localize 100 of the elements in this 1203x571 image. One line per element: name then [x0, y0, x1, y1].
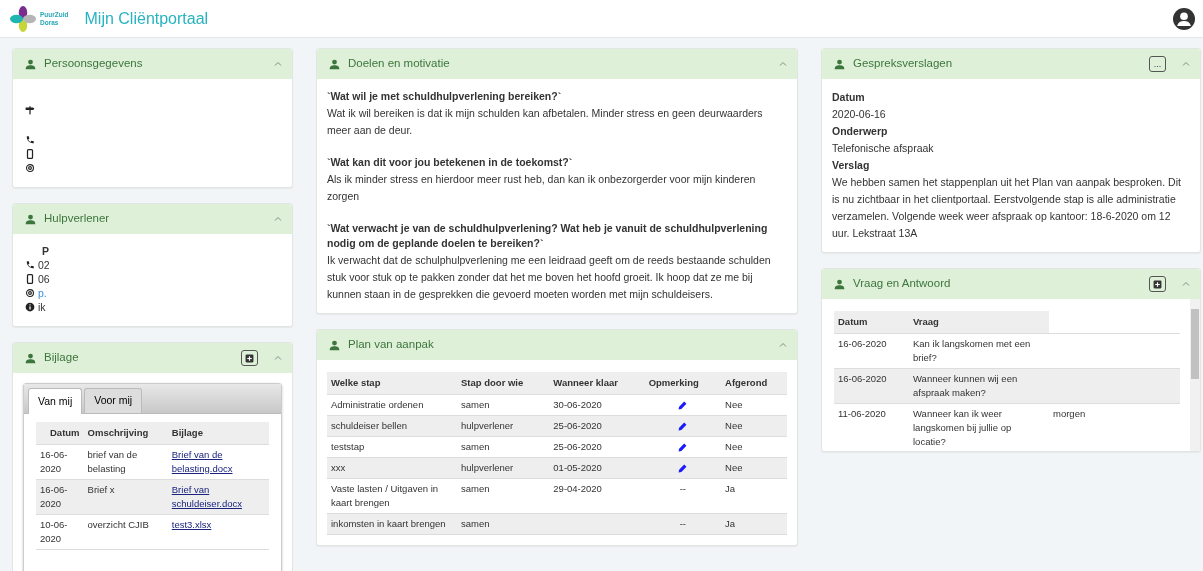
field-value: 2020-06-16: [832, 107, 887, 122]
table-cell: hulpverlener: [461, 420, 514, 431]
file-link[interactable]: Brief van de belasting.docx: [171, 447, 265, 476]
table-cell: Ja: [725, 518, 736, 529]
table-cell: overzicht CJIB: [87, 518, 149, 530]
logo-icon: [10, 5, 36, 32]
panel-title: Bijlage: [44, 350, 80, 366]
table-cell: samen: [461, 483, 490, 494]
phone-icon: [25, 260, 35, 270]
field-label: Onderwerp: [832, 124, 889, 139]
more-button[interactable]: ...: [1149, 56, 1166, 72]
collapse-icon[interactable]: [274, 60, 282, 68]
pencil-icon[interactable]: [678, 401, 688, 410]
table-cell: Brief x: [87, 483, 115, 495]
column-header: Vraag: [909, 311, 1049, 334]
table-cell: Nee: [725, 441, 743, 452]
column-header: Afgerond: [721, 372, 787, 395]
contact-text: P: [42, 244, 49, 258]
field-label: Datum: [832, 90, 866, 105]
table-cell: 25-06-2020: [553, 420, 602, 431]
file-link[interactable]: test3.xlsx: [171, 517, 265, 532]
tab[interactable]: Van mij: [28, 388, 83, 414]
at-sign-icon: [25, 163, 35, 173]
table-cell: samen: [461, 441, 490, 452]
column-header: Omschrijving: [83, 421, 168, 445]
field-label: Verslag: [832, 158, 871, 173]
table-cell: 16-06-2020: [838, 338, 887, 349]
column-header: Datum: [36, 421, 84, 445]
table-cell: Wanneer kan ik weer langskomen bij jullie op locatie?: [913, 408, 1012, 447]
table-cell: Nee: [725, 420, 743, 431]
contact-text: 06: [38, 272, 50, 286]
scrollbar[interactable]: [1190, 299, 1200, 451]
person-icon: [25, 58, 36, 70]
panel-title: Vraag en Antwoord: [853, 276, 952, 292]
collapse-icon[interactable]: [274, 354, 282, 362]
table-cell: Vaste lasten / Uitgaven in kaart brengen: [331, 483, 439, 508]
collapse-icon[interactable]: [1182, 280, 1190, 288]
table-cell: morgen: [1053, 408, 1086, 419]
app-title: Mijn Cliëntportaal: [84, 8, 209, 29]
avatar-icon[interactable]: [1173, 7, 1195, 30]
column-header: Wanneer klaar: [549, 372, 645, 395]
add-button[interactable]: [241, 350, 258, 366]
person-icon: [25, 352, 36, 364]
person-icon: [329, 339, 340, 351]
table-cell: 29-04-2020: [553, 483, 602, 494]
collapse-icon[interactable]: [274, 215, 282, 223]
answer-text: Wat ik wil bereiken is dat ik mijn schulden kan afbetalen. Minder stress en geen deurwaarders meer aan de deur.: [327, 105, 764, 138]
table-cell: teststap: [331, 441, 365, 452]
email-link[interactable]: p.: [38, 286, 47, 300]
table-cell: --: [679, 518, 686, 529]
phone-icon: [25, 135, 35, 145]
column-header: Stap door wie: [457, 372, 550, 395]
table-cell: samen: [461, 518, 490, 529]
table-cell: 01-05-2020: [553, 462, 602, 473]
column-header: Bijlage: [167, 421, 269, 445]
column-header: Opmerking: [644, 372, 721, 395]
table-cell: 16-06-2020: [838, 373, 887, 384]
panel-title: Gespreksverslagen: [853, 56, 954, 72]
contact-text: ik: [38, 300, 46, 314]
collapse-icon[interactable]: [779, 60, 787, 68]
person-icon: [329, 58, 340, 70]
panel-title: Doelen en motivatie: [348, 56, 451, 72]
answer-text: Als ik minder stress en hierdoor meer rust heb, dan kan ik onbezorgerder voor mijn kinderen zorgen: [327, 171, 757, 204]
pencil-icon[interactable]: [678, 443, 688, 452]
contact-text: 02: [38, 258, 50, 272]
person-icon: [834, 278, 845, 290]
table-cell: Kan ik langskomen met een brief?: [913, 338, 1031, 363]
table-cell: 10-06-2020: [40, 518, 68, 544]
table-cell: Wanneer kunnen wij een afspraak maken?: [913, 373, 1018, 398]
field-value: We hebben samen het stappenplan uit het Plan van aanpak besproken. Dit is nu zichtbaar in het clientportaal. Eerstvolgende stap is alle administratie verzamelen. Volgende week weer afspraak op kantoor: 18-6-2020 om 12 uur. Lekstraat 13A: [832, 175, 1182, 241]
table-cell: inkomsten in kaart brengen: [331, 518, 446, 529]
table-cell: 16-06-2020: [40, 483, 68, 509]
collapse-icon[interactable]: [1182, 60, 1190, 68]
panel-title: Persoonsgegevens: [44, 56, 144, 72]
person-icon: [25, 213, 36, 225]
table-cell: 16-06-2020: [40, 448, 68, 474]
collapse-icon[interactable]: [779, 341, 787, 349]
question-text: `Wat kan dit voor jou betekenen in de toekomst?`: [327, 154, 574, 170]
column-header: Datum: [834, 311, 909, 334]
signpost-icon: [25, 105, 35, 115]
table-cell: Nee: [725, 462, 743, 473]
pencil-icon[interactable]: [678, 464, 688, 473]
table-cell: xxx: [331, 462, 346, 473]
table-cell: Nee: [725, 399, 743, 410]
panel-title: Plan van aanpak: [348, 337, 435, 353]
table-cell: hulpverlener: [461, 462, 514, 473]
tab[interactable]: Voor mij: [84, 388, 143, 413]
table-cell: Administratie ordenen: [331, 399, 424, 410]
add-button[interactable]: [1149, 276, 1166, 292]
field-value: Telefonische afspraak: [832, 141, 935, 156]
mobile-phone-icon: [25, 149, 35, 159]
table-cell: 11-06-2020: [838, 408, 886, 419]
mobile-phone-icon: [25, 274, 35, 284]
table-cell: --: [679, 483, 686, 494]
plus-icon: [245, 353, 254, 363]
pencil-icon[interactable]: [678, 422, 688, 431]
table-cell: 30-06-2020: [553, 399, 602, 410]
column-header: Welke stap: [327, 372, 457, 395]
at-sign-icon: [25, 288, 35, 298]
answer-text: Ik verwacht dat de schulphulpverlening me een leidraad geeft om de reeds bestaande schulden stuk voor stuk op te pakken zonder dat het me boven het hoofd groeit. Ik hoop dat ze me bij kunnen staan in de gesprekken die gevoerd moeten worden met mijn schuldeisers.: [327, 253, 772, 302]
